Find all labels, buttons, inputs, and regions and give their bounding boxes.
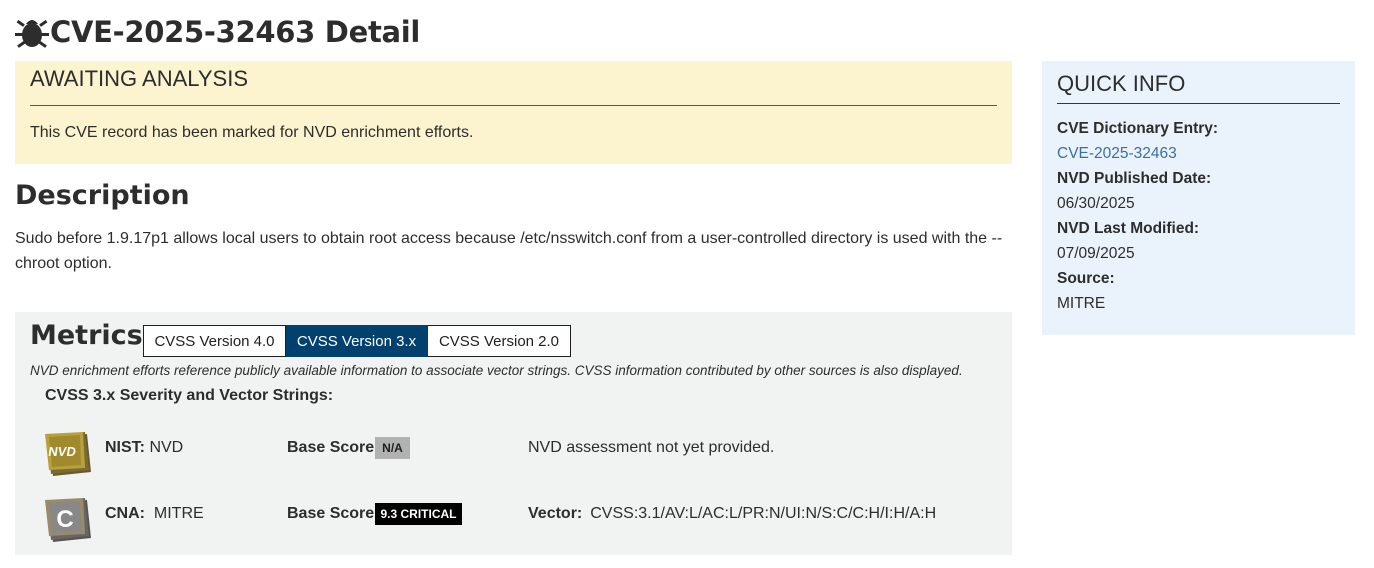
page-title-text: CVE-2025-32463 Detail <box>50 15 421 49</box>
metrics-heading: Metrics <box>30 320 143 351</box>
description-text: Sudo before 1.9.17p1 allows local users … <box>15 230 1003 272</box>
quick-info-label: Source: <box>1057 270 1115 287</box>
severity-subheading: CVSS 3.x Severity and Vector Strings: <box>45 387 334 404</box>
vector-string: Vector: CVSS:3.1/AV:L/AC:L/PR:N/UI:N/S:C/… <box>528 505 937 522</box>
tab-cvss-3x[interactable]: CVSS Version 3.x <box>286 325 428 357</box>
tab-cvss-2[interactable]: CVSS Version 2.0 <box>428 325 571 357</box>
quick-info-label: CVE Dictionary Entry: <box>1057 120 1219 137</box>
alert-title: AWAITING ANALYSIS <box>30 67 997 106</box>
alert-text: This CVE record has been marked for NVD … <box>30 124 474 141</box>
cna-icon: C <box>45 498 95 542</box>
base-score-label: Base Score: <box>287 439 380 456</box>
cvss-version-tabs: CVSS Version 4.0 CVSS Version 3.x CVSS V… <box>143 325 571 357</box>
svg-text:C: C <box>56 506 73 533</box>
awaiting-analysis-alert: AWAITING ANALYSIS This CVE record has be… <box>15 61 1012 164</box>
bug-icon <box>15 14 49 50</box>
quick-info-title: QUICK INFO <box>1057 71 1340 104</box>
score-row-nist: NVD NIST: NVD Base Score: N/A NVD assess… <box>45 432 1005 476</box>
nvd-assessment-text: NVD assessment not yet provided. <box>528 439 775 456</box>
quick-info-label: NVD Last Modified: <box>1057 220 1200 237</box>
score-row-cna: C CNA: MITRE Base Score: 9.3 CRITICAL Ve… <box>45 498 1005 542</box>
nvd-icon: NVD <box>45 432 95 476</box>
quick-info-panel: QUICK INFO CVE Dictionary Entry: CVE-202… <box>1042 61 1355 335</box>
tab-cvss-4[interactable]: CVSS Version 4.0 <box>143 325 286 357</box>
score-badge-na[interactable]: N/A <box>375 437 410 459</box>
cve-dictionary-link[interactable]: CVE-2025-32463 <box>1057 145 1177 162</box>
metrics-panel: Metrics CVSS Version 4.0 CVSS Version 3.… <box>15 312 1012 555</box>
published-date: 06/30/2025 <box>1057 195 1135 212</box>
last-modified-date: 07/09/2025 <box>1057 245 1135 262</box>
source-cna: CNA: MITRE <box>105 505 204 522</box>
metrics-note: NVD enrichment efforts reference publicl… <box>30 363 963 378</box>
quick-info-label: NVD Published Date: <box>1057 170 1212 187</box>
svg-text:NVD: NVD <box>48 444 78 459</box>
source-nist: NIST: NVD <box>105 439 184 456</box>
base-score-label: Base Score: <box>287 505 380 522</box>
description-heading: Description <box>15 180 190 211</box>
score-badge-critical[interactable]: 9.3 CRITICAL <box>375 503 462 525</box>
page-title: CVE-2025-32463 Detail <box>15 12 420 52</box>
source-value: MITRE <box>1057 295 1106 312</box>
